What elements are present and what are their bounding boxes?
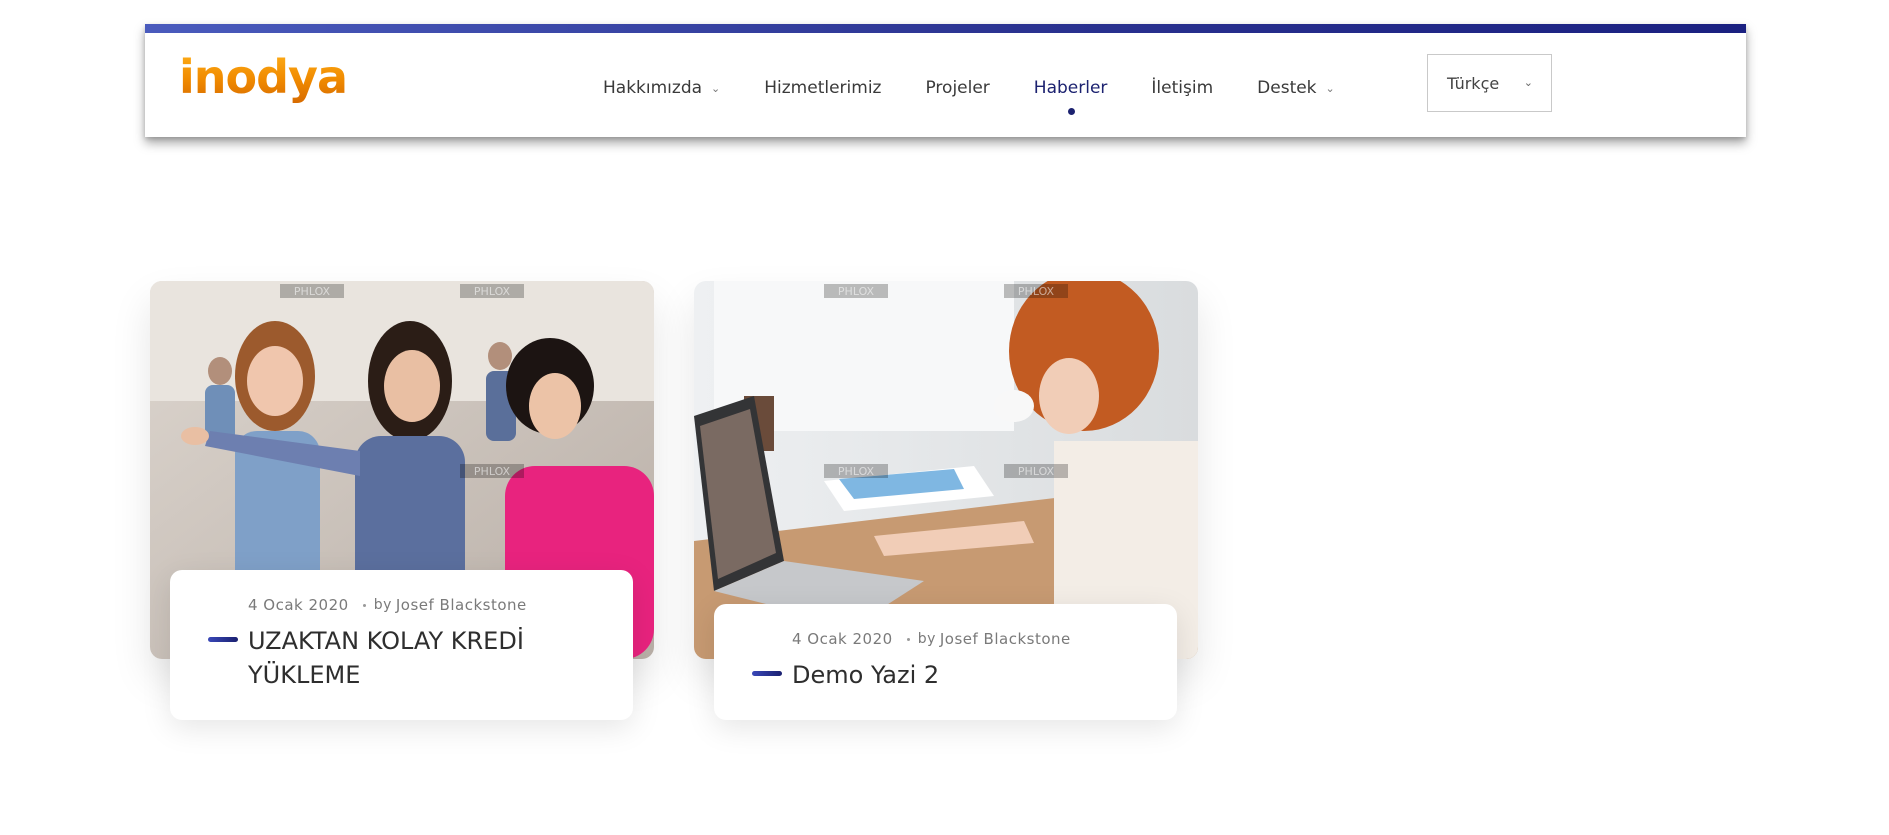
- nav-item-hakkimizda[interactable]: Hakkımızda ⌄: [603, 78, 720, 98]
- nav-item-label: İletişim: [1151, 78, 1214, 98]
- watermark-text: PHLOX: [1018, 285, 1055, 298]
- nav-item-hizmetlerimiz[interactable]: Hizmetlerimiz: [764, 78, 881, 98]
- main-nav: Hakkımızda ⌄ Hizmetlerimiz Projeler Habe…: [603, 68, 1379, 115]
- title-dash-decoration: [752, 671, 782, 676]
- post-image[interactable]: PHLOX PHLOX PHLOX PHLOX: [694, 281, 1198, 659]
- nav-item-iletisim[interactable]: İletişim: [1151, 78, 1213, 98]
- watermark-text: PHLOX: [294, 285, 331, 298]
- active-indicator-dot: [1067, 108, 1075, 115]
- watermark-text: PHLOX: [838, 285, 875, 298]
- nav-item-label: Haberler: [1033, 78, 1108, 98]
- language-select[interactable]: Türkçe ⌄: [1427, 54, 1552, 112]
- post-info-box: 4 Ocak 2020 by Josef Blackstone Demo Yaz…: [714, 604, 1177, 720]
- site-header: inodya Hakkımızda ⌄ Hizmetlerimiz Projel…: [145, 24, 1746, 137]
- language-select-value: Türkçe: [1447, 73, 1500, 93]
- nav-item-label: Projeler: [925, 78, 990, 98]
- watermark-text: PHLOX: [838, 465, 875, 478]
- chevron-down-icon: ⌄: [1523, 76, 1533, 89]
- post-by-label: by: [373, 597, 392, 613]
- nav-item-destek[interactable]: Destek ⌄: [1257, 78, 1335, 98]
- chevron-down-icon: ⌄: [711, 81, 721, 95]
- post-info-box: 4 Ocak 2020 by Josef Blackstone UZAKTAN …: [170, 570, 633, 720]
- post-by-label: by: [917, 631, 936, 647]
- title-dash-decoration: [208, 637, 238, 642]
- post-image-illustration: PHLOX PHLOX PHLOX PHLOX: [694, 281, 1198, 659]
- post-date[interactable]: 4 Ocak 2020: [248, 596, 349, 614]
- post-author[interactable]: Josef Blackstone: [396, 596, 527, 614]
- post-title-row: Demo Yazi 2: [752, 658, 1147, 692]
- meta-separator-dot: [362, 603, 366, 607]
- post-meta: 4 Ocak 2020 by Josef Blackstone: [248, 596, 603, 614]
- post-author[interactable]: Josef Blackstone: [940, 630, 1071, 648]
- post-date[interactable]: 4 Ocak 2020: [792, 630, 893, 648]
- watermark-text: PHLOX: [474, 465, 511, 478]
- watermark-text: PHLOX: [474, 285, 511, 298]
- meta-separator-dot: [906, 637, 910, 641]
- post-title-row: UZAKTAN KOLAY KREDİ YÜKLEME: [208, 624, 603, 692]
- chevron-down-icon: ⌄: [1325, 81, 1335, 95]
- nav-item-projeler[interactable]: Projeler: [925, 78, 989, 98]
- nav-item-label: Hakkımızda: [603, 78, 703, 98]
- post-title[interactable]: Demo Yazi 2: [792, 658, 1147, 692]
- post-title[interactable]: UZAKTAN KOLAY KREDİ YÜKLEME: [248, 624, 603, 692]
- header-accent-bar: [145, 24, 1746, 33]
- post-meta: 4 Ocak 2020 by Josef Blackstone: [792, 630, 1147, 648]
- nav-item-label: Hizmetlerimiz: [764, 78, 882, 98]
- nav-item-label: Destek: [1257, 78, 1317, 98]
- site-logo[interactable]: inodya: [179, 50, 348, 104]
- watermark-text: PHLOX: [1018, 465, 1055, 478]
- nav-item-haberler[interactable]: Haberler: [1033, 78, 1108, 115]
